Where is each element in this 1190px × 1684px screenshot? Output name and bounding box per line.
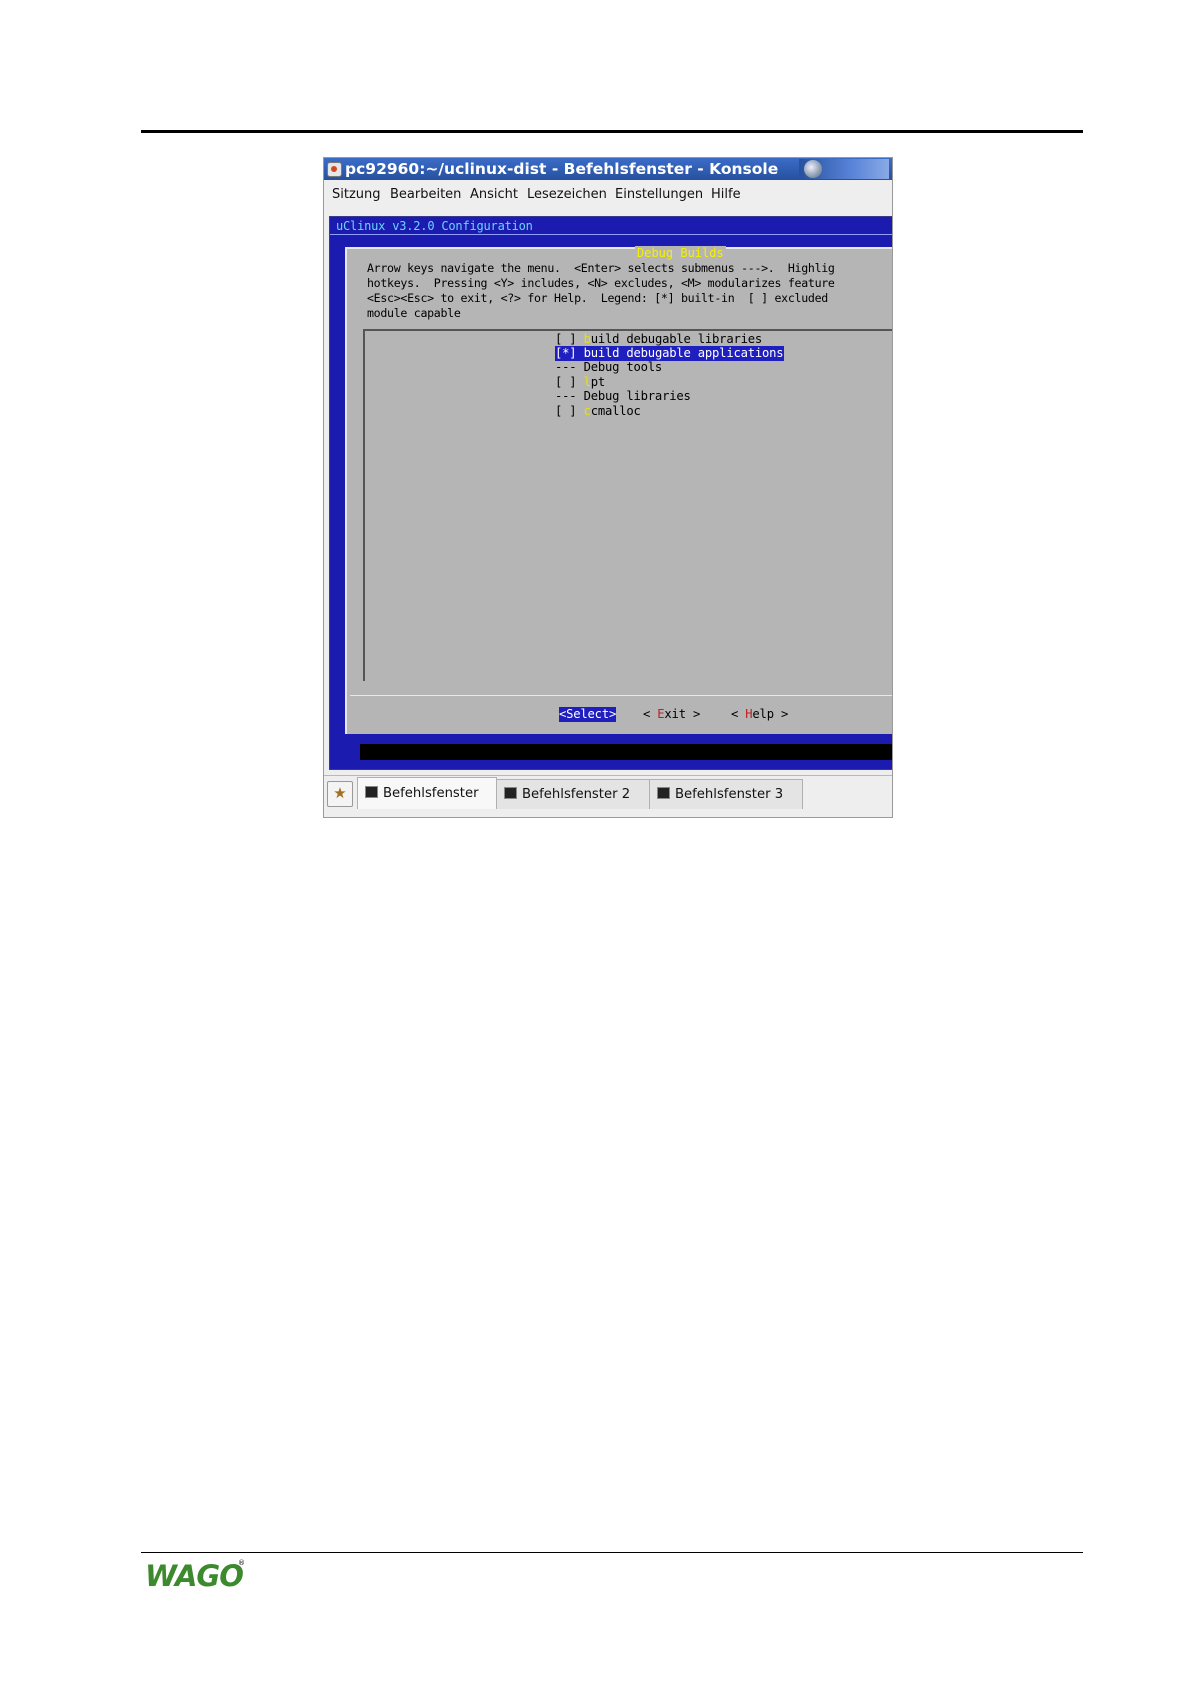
new-session-icon[interactable]: ★ — [327, 781, 353, 807]
help-button[interactable]: < Help > — [731, 707, 788, 722]
button-bracket: < — [643, 707, 658, 721]
window-titlebar[interactable]: pc92960:~/uclinux-dist - Befehlsfenster … — [324, 158, 892, 180]
option-hotkey: b — [583, 332, 591, 346]
help-line: module capable — [367, 306, 461, 320]
menu-lesezeichen[interactable]: Lesezeichen — [527, 187, 607, 202]
tab-label: Befehlsfenster 3 — [675, 787, 784, 802]
tab-befehlsfenster-2[interactable]: Befehlsfenster 2 — [496, 779, 650, 809]
help-line: hotkeys. Pressing <Y> includes, <N> excl… — [367, 276, 835, 290]
tab-befehlsfenster[interactable]: Befehlsfenster — [357, 777, 497, 809]
dialog-title: Debug Builds — [635, 246, 726, 260]
option-hotkey: b — [583, 346, 591, 360]
option-lpt[interactable]: [ ] lpt — [555, 375, 605, 390]
page-bottom-rule — [141, 1552, 1083, 1553]
option-label: cmalloc — [590, 404, 641, 418]
menu-ansicht[interactable]: Ansicht — [470, 187, 518, 202]
menu-bearbeiten[interactable]: Bearbeiten — [390, 187, 461, 202]
option-prefix: --- — [555, 360, 584, 374]
option-label: uild debugable libraries — [590, 332, 763, 346]
window-menu-icon[interactable] — [804, 160, 822, 178]
option-prefix: [*] — [555, 346, 584, 360]
option-hotkey: l — [583, 375, 591, 389]
tab-bar: ★ Befehlsfenster Befehlsfenster 2 Befehl… — [324, 775, 892, 810]
config-header: uClinux v3.2.0 Configuration — [336, 219, 533, 233]
exit-button[interactable]: < Exit > — [643, 707, 700, 722]
option-prefix: [ ] — [555, 375, 584, 389]
terminal-area[interactable]: uClinux v3.2.0 Configuration Debug Build… — [329, 216, 892, 770]
konsole-window: pc92960:~/uclinux-dist - Befehlsfenster … — [323, 157, 893, 818]
option-prefix: --- — [555, 389, 584, 403]
button-row-divider — [350, 695, 892, 696]
section-debug-tools: --- Debug tools — [555, 360, 662, 375]
tab-label: Befehlsfenster 2 — [522, 787, 631, 802]
svg-text:®: ® — [238, 1559, 245, 1567]
tab-label: Befehlsfenster — [383, 786, 479, 801]
option-prefix: [ ] — [555, 404, 584, 418]
option-prefix: [ ] — [555, 332, 584, 346]
option-hotkey: c — [583, 404, 591, 418]
wago-logo: WAGO ® — [145, 1559, 245, 1590]
terminal-icon — [365, 786, 378, 798]
terminal-icon — [504, 787, 517, 799]
option-ccmalloc[interactable]: [ ] ccmalloc — [555, 404, 641, 419]
option-label: pt — [590, 375, 605, 389]
option-label: Debug tools — [583, 360, 663, 374]
help-text: Arrow keys navigate the menu. <Enter> se… — [367, 261, 892, 321]
option-label: Debug libraries — [583, 389, 691, 403]
option-label: uild debugable applications — [590, 346, 784, 360]
help-line: Arrow keys navigate the menu. <Enter> se… — [367, 261, 835, 275]
window-title: pc92960:~/uclinux-dist - Befehlsfenster … — [345, 160, 779, 178]
menu-bar: Sitzung Bearbeiten Ansicht Lesezeichen E… — [324, 180, 892, 208]
help-line: <Esc><Esc> to exit, <?> for Help. Legend… — [367, 291, 828, 305]
header-divider — [330, 234, 892, 235]
svg-text:WAGO: WAGO — [145, 1559, 243, 1590]
options-list: [ ] build debugable libraries [*] build … — [363, 329, 892, 681]
button-label: xit > — [664, 707, 701, 721]
menu-sitzung[interactable]: Sitzung — [332, 187, 381, 202]
section-debug-libraries: --- Debug libraries — [555, 389, 691, 404]
konsole-app-icon[interactable] — [327, 162, 342, 177]
button-bracket: < — [731, 707, 746, 721]
option-debugable-libraries[interactable]: [ ] build debugable libraries — [555, 332, 762, 347]
terminal-icon — [657, 787, 670, 799]
button-label: elp > — [752, 707, 789, 721]
menuconfig-dialog: Debug Builds Arrow keys navigate the men… — [345, 246, 892, 734]
select-button[interactable]: <Select> — [559, 707, 616, 722]
menu-hilfe[interactable]: Hilfe — [711, 187, 741, 202]
page-top-rule — [141, 130, 1083, 133]
terminal-shadow — [360, 744, 892, 760]
tab-befehlsfenster-3[interactable]: Befehlsfenster 3 — [649, 779, 803, 809]
menu-einstellungen[interactable]: Einstellungen — [615, 187, 703, 202]
option-debugable-applications[interactable]: [*] build debugable applications — [555, 346, 785, 361]
